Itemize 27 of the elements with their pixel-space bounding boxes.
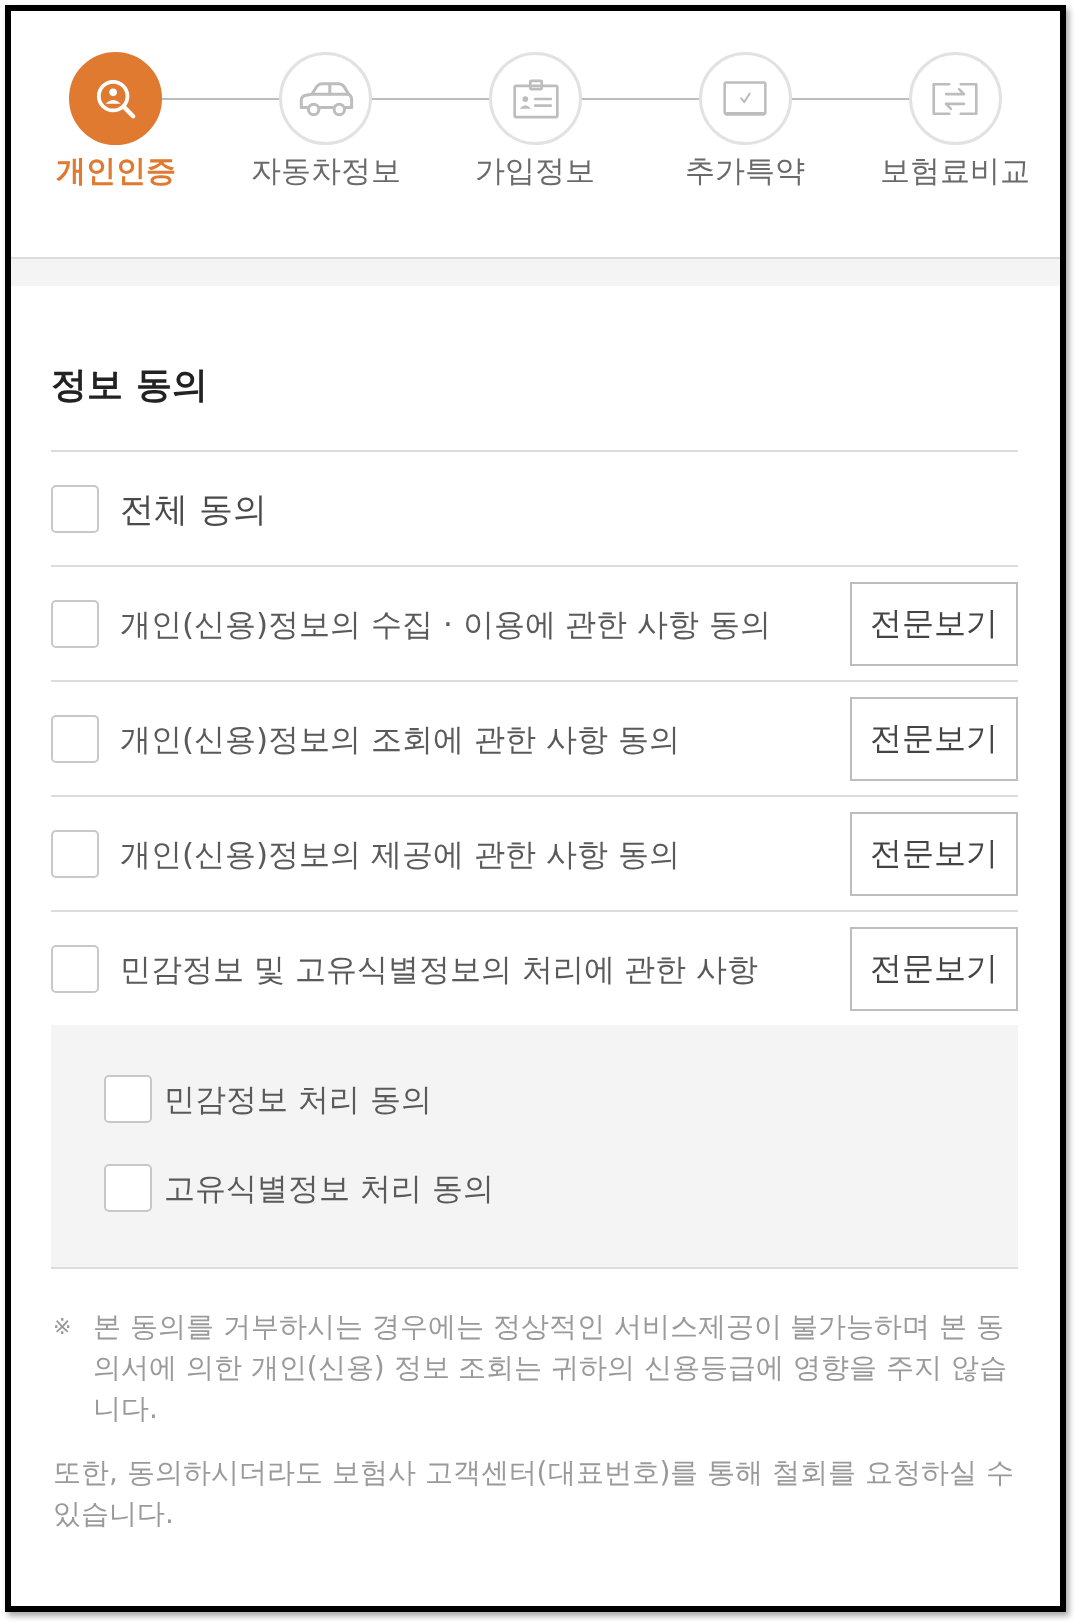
step-label: 추가특약 [685, 153, 806, 189]
agreement-label: 민감정보 및 고유식별정보의 처리에 관한 사항 [120, 949, 760, 989]
checkbox[interactable] [51, 829, 99, 878]
agreement-label: 개인(신용)정보의 제공에 관한 사항 동의 [120, 834, 681, 874]
checkbox[interactable] [104, 1164, 152, 1212]
checkbox[interactable] [51, 484, 99, 533]
agreement-label: 고유식별정보 처리 동의 [164, 1169, 494, 1208]
agreement-label: 민감정보 처리 동의 [164, 1080, 432, 1119]
checkbox[interactable] [51, 944, 99, 993]
checkbox[interactable] [104, 1075, 152, 1123]
section-title: 정보 동의 [51, 363, 208, 407]
footer-note: 또한, 동의하시더라도 보험사 고객센터(대표번호)를 통해 철회를 요청하실 수 있습니다. [53, 1455, 1016, 1532]
view-full-button[interactable]: 전문보기 [850, 696, 1018, 781]
step-label: 보험료비교 [880, 153, 1031, 189]
view-full-button[interactable]: 전문보기 [850, 811, 1018, 896]
agree-all-label: 전체 동의 [120, 488, 268, 529]
notice-text: 본 동의를 거부하시는 경우에는 정상적인 서비스제공이 불가능하며 본 동의서에 의한 개인(신용) 정보 조회는 귀하의 신용등급에 영향을 주지 않습니다. [93, 1309, 1008, 1427]
view-full-button[interactable]: 전문보기 [850, 926, 1018, 1011]
agreement-label: 개인(신용)정보의 수집 · 이용에 관한 사항 동의 [120, 604, 773, 644]
step-label: 자동차정보 [250, 153, 401, 189]
reference-mark: ※ [53, 1313, 73, 1341]
checkbox[interactable] [51, 599, 99, 648]
step-label: 가입정보 [475, 153, 596, 189]
checkbox[interactable] [51, 714, 99, 763]
step-label: 개인인증 [55, 153, 176, 189]
view-full-button[interactable]: 전문보기 [850, 581, 1018, 666]
agreement-label: 개인(신용)정보의 조회에 관한 사항 동의 [120, 719, 681, 759]
